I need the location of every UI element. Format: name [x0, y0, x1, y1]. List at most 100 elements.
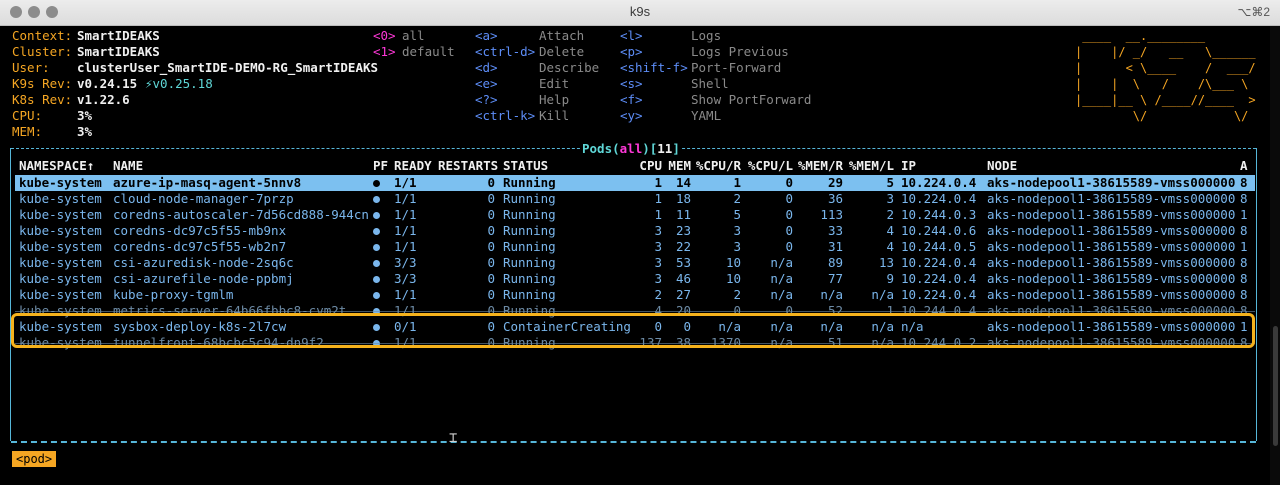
scrollbar[interactable] [1270, 26, 1280, 485]
info-label-k9s-rev: K9s Rev: [12, 76, 73, 91]
info-value-cluster: SmartIDEAKS [77, 44, 160, 59]
info-value-cpu: 3% [77, 108, 93, 123]
info-value-k9s-rev: v0.24.15 [77, 76, 138, 91]
ns-key-all[interactable]: <0> [373, 28, 396, 44]
cell-cpu-l: 0 [785, 239, 793, 254]
info-label-cpu: CPU: [12, 108, 43, 123]
col-mem[interactable]: MEM [663, 158, 691, 174]
cell-cpu-l: n/a [770, 287, 793, 302]
breadcrumb[interactable]: <pod> [12, 451, 57, 467]
cell-mem: 18 [675, 191, 691, 206]
cell-age: 1 [1240, 239, 1248, 254]
cell-node: aks-nodepool1-38615589-vmss000000 [987, 287, 1236, 302]
cell-name: csi-azuredisk-node-2sq6c [113, 255, 294, 270]
table-row[interactable]: kube-system csi-azurefile-node-ppbmj 3/3 0 R… [15, 271, 1255, 287]
shortcut-label-edit[interactable]: Edit [539, 76, 569, 92]
info-value-mem: 3% [77, 124, 93, 139]
shortcut-key-kill[interactable]: <ctrl-k> [475, 108, 535, 124]
shortcut-label-kill[interactable]: Kill [539, 108, 569, 124]
scrollbar-thumb[interactable] [1273, 326, 1278, 446]
shortcut-key-edit[interactable]: <e> [475, 76, 498, 92]
info-label-user: User: [12, 60, 50, 75]
cell-mem-r: 33 [827, 223, 843, 238]
col-cpu-l[interactable]: %CPU/L [743, 158, 793, 174]
shortcut-label-show-portforward[interactable]: Show PortForward [691, 92, 811, 108]
cell-ready: 1/1 [394, 287, 417, 302]
cell-restarts: 0 [487, 255, 495, 270]
shortcut-key-describe[interactable]: <d> [475, 60, 498, 76]
shortcut-key-attach[interactable]: <a> [475, 28, 498, 44]
col-age[interactable]: A [1240, 158, 1248, 174]
table-title-resource: Pods [582, 141, 613, 156]
shortcut-label-describe[interactable]: Describe [539, 60, 599, 76]
col-cpu[interactable]: CPU [627, 158, 662, 174]
cell-status: Running [503, 207, 556, 222]
cell-mem-r: 31 [827, 239, 843, 254]
shortcut-label-port-forward[interactable]: Port-Forward [691, 60, 781, 76]
col-mem-l[interactable]: %MEM/L [845, 158, 894, 174]
table-row[interactable]: kube-system coredns-autoscaler-7d56cd888-… [15, 207, 1255, 223]
cell-name: coredns-autoscaler-7d56cd888-944cn [113, 207, 369, 222]
ns-label-default[interactable]: default [402, 44, 455, 60]
col-namespace[interactable]: NAMESPACE↑ [19, 158, 94, 174]
cell-restarts: 0 [487, 175, 495, 190]
shortcut-key-shell[interactable]: <s> [620, 76, 643, 92]
ns-key-default[interactable]: <1> [373, 44, 396, 60]
cell-namespace: kube-system [19, 191, 102, 206]
cell-mem-r: 36 [827, 191, 843, 206]
cell-namespace: kube-system [19, 271, 102, 286]
col-node[interactable]: NODE [987, 158, 1017, 174]
shortcut-label-attach[interactable]: Attach [539, 28, 584, 44]
cell-restarts: 0 [487, 287, 495, 302]
shortcut-label-yaml[interactable]: YAML [691, 108, 721, 124]
cell-cpu-l: 0 [785, 207, 793, 222]
shortcut-label-help[interactable]: Help [539, 92, 569, 108]
cell-mem-l: 4 [886, 223, 894, 238]
cell-age: 8 [1240, 271, 1248, 286]
col-cpu-r[interactable]: %CPU/R [693, 158, 741, 174]
shortcut-key-show-portforward[interactable]: <f> [620, 92, 643, 108]
shortcut-key-delete[interactable]: <ctrl-d> [475, 44, 535, 60]
cell-cpu-l: 0 [785, 191, 793, 206]
shortcut-key-port-forward[interactable]: <shift-f> [620, 60, 688, 76]
table-row[interactable]: kube-system coredns-dc97c5f55-mb9nx 1/1 0 Ru… [15, 223, 1255, 239]
shortcut-key-logs[interactable]: <l> [620, 28, 643, 44]
table-row[interactable]: kube-system cloud-node-manager-7przp 1/1 0 R… [15, 191, 1255, 207]
table-row[interactable]: kube-system coredns-dc97c5f55-wb2n7 1/1 0 Ru… [15, 239, 1255, 255]
cell-mem-l: 5 [886, 175, 894, 190]
cell-namespace: kube-system [19, 255, 102, 270]
table-row[interactable]: kube-system csi-azuredisk-node-2sq6c 3/3 0 R… [15, 255, 1255, 271]
shortcut-key-yaml[interactable]: <y> [620, 108, 643, 124]
cell-mem-l: 2 [886, 207, 894, 222]
table-row[interactable]: kube-system kube-proxy-tgmlm 1/1 0 Running 2 2… [15, 287, 1255, 303]
shortcut-label-logs-previous[interactable]: Logs Previous [691, 44, 789, 60]
shortcut-key-help[interactable]: <?> [475, 92, 498, 108]
cell-cpu-l: n/a [770, 255, 793, 270]
col-ready[interactable]: READY [394, 158, 432, 174]
cell-cpu-r: 3 [733, 223, 741, 238]
col-restarts[interactable]: RESTARTS [438, 158, 498, 174]
shortcut-label-shell[interactable]: Shell [691, 76, 729, 92]
table-border-left [10, 148, 11, 441]
port-forward-indicator-icon [373, 292, 380, 299]
table-row[interactable]: kube-system azure-ip-masq-agent-5nnv8 1/1 0… [15, 175, 1255, 191]
col-name[interactable]: NAME [113, 158, 143, 174]
cell-ready: 3/3 [394, 271, 417, 286]
shortcut-label-logs[interactable]: Logs [691, 28, 721, 44]
cell-ip: 10.224.0.4 [901, 287, 977, 302]
strikethrough-line [15, 311, 1255, 312]
col-ip[interactable]: IP [901, 158, 916, 174]
cell-restarts: 0 [487, 191, 495, 206]
shortcut-key-logs-previous[interactable]: <p> [620, 44, 643, 60]
info-label-cluster: Cluster: [12, 44, 73, 59]
ns-label-all[interactable]: all [402, 28, 425, 44]
col-status[interactable]: STATUS [503, 158, 548, 174]
col-mem-r[interactable]: %MEM/R [795, 158, 843, 174]
shortcut-label-delete[interactable]: Delete [539, 44, 584, 60]
col-pf[interactable]: PF [373, 158, 388, 174]
cell-restarts: 0 [487, 223, 495, 238]
cell-ip: 10.224.0.4 [901, 175, 977, 190]
info-label-context: Context: [12, 28, 73, 43]
cell-ready: 1/1 [394, 207, 417, 222]
cell-cpu: 2 [654, 287, 662, 302]
